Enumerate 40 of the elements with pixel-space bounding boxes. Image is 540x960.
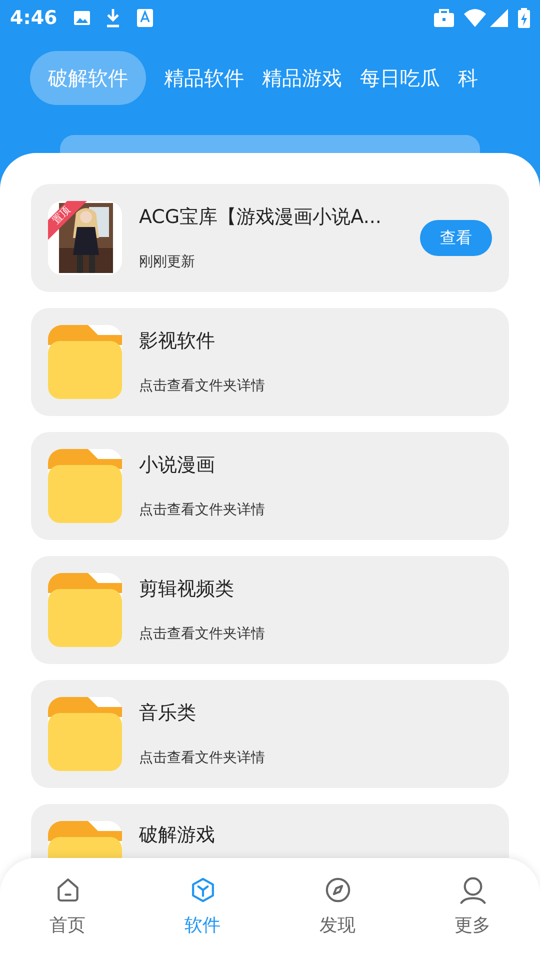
status-time: 4:46 <box>10 6 58 31</box>
list-card[interactable]: 影视软件 点击查看文件夹详情 <box>31 308 509 416</box>
folder-icon <box>48 449 122 523</box>
category-tab[interactable]: 精品软件 <box>164 51 244 105</box>
nav-tab[interactable]: 首页 <box>0 876 135 946</box>
item-subtitle: 点击查看文件夹详情 <box>139 625 266 644</box>
text-box-icon <box>137 9 154 27</box>
item-subtitle: 点击查看文件夹详情 <box>139 749 266 768</box>
image-icon <box>73 9 92 27</box>
nav-tab[interactable]: 更多 <box>405 876 540 946</box>
item-subtitle: 点击查看文件夹详情 <box>139 501 266 520</box>
list-card[interactable]: 破解游戏 <box>31 804 509 858</box>
person-icon <box>458 876 486 904</box>
item-title: 破解游戏 <box>139 823 216 848</box>
item-title: 小说漫画 <box>139 453 216 478</box>
compass-icon <box>324 876 352 904</box>
nav-tab[interactable]: 软件 <box>135 876 270 946</box>
folder-icon <box>48 697 122 771</box>
download-icon <box>105 8 122 28</box>
item-subtitle: 点击查看文件夹详情 <box>139 377 266 396</box>
list-card[interactable]: 剪辑视频类 点击查看文件夹详情 <box>31 556 509 664</box>
item-title: ACG宝库【游戏漫画小说A... <box>139 205 382 230</box>
battery-icon <box>518 8 530 28</box>
signal-icon <box>490 9 508 27</box>
item-subtitle: 刚刚更新 <box>139 253 196 272</box>
item-title: 音乐类 <box>139 701 197 726</box>
list-card[interactable]: 音乐类 点击查看文件夹详情 <box>31 680 509 788</box>
category-tab[interactable]: 科 <box>458 51 478 105</box>
item-title: 剪辑视频类 <box>139 577 235 602</box>
category-tab[interactable]: 每日吃瓜 <box>360 51 440 105</box>
wifi-icon <box>464 9 486 27</box>
folder-icon <box>48 325 122 399</box>
list-card[interactable]: 置顶 ACG宝库【游戏漫画小说A... 刚刚更新 查看 <box>31 184 509 292</box>
nav-tab[interactable]: 发现 <box>270 876 405 946</box>
item-title: 影视软件 <box>139 329 216 354</box>
list-card[interactable]: 小说漫画 点击查看文件夹详情 <box>31 432 509 540</box>
briefcase-icon <box>434 9 454 27</box>
category-tab[interactable]: 精品游戏 <box>262 51 342 105</box>
view-button[interactable]: 查看 <box>420 220 492 256</box>
folder-icon <box>48 573 122 647</box>
